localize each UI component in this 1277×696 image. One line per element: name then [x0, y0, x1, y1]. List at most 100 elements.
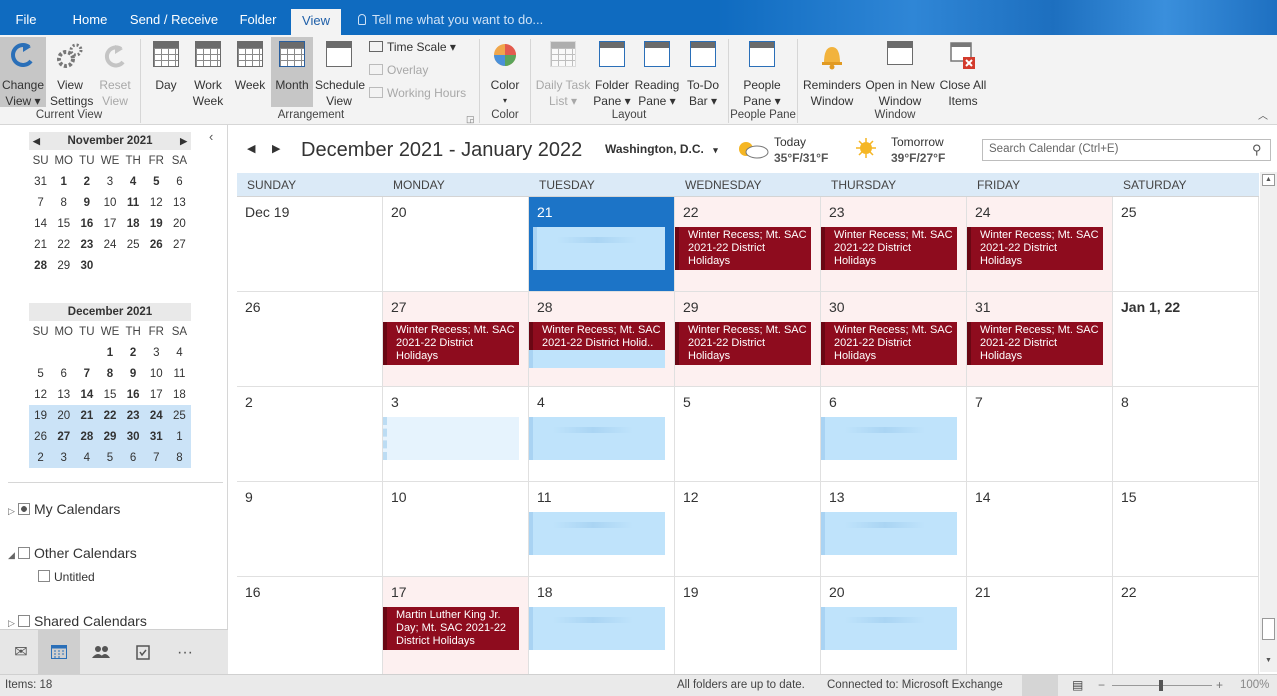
tasks-icon[interactable] — [122, 630, 164, 675]
reading-pane-button[interactable]: Reading Pane ▾ — [634, 37, 680, 109]
mini-day[interactable]: 9 — [122, 363, 145, 384]
mini-day[interactable]: 10 — [145, 363, 168, 384]
day-cell[interactable]: 19 — [675, 577, 821, 675]
calendar-event[interactable] — [529, 417, 665, 460]
mini-day[interactable]: 5 — [98, 447, 122, 468]
mini-day[interactable]: 25 — [167, 405, 191, 426]
mini-day[interactable]: 8 — [98, 363, 121, 384]
calendar-event[interactable] — [529, 607, 665, 650]
mini-day[interactable]: 20 — [52, 405, 76, 426]
mini-day[interactable]: 6 — [52, 363, 75, 384]
calendar-event[interactable] — [533, 227, 665, 270]
mini-day[interactable]: 17 — [98, 213, 121, 234]
day-cell[interactable]: 11 — [529, 482, 675, 577]
day-cell[interactable]: 27 Winter Recess; Mt. SAC 2021-22 Distri… — [383, 292, 529, 387]
zoom-in-icon[interactable]: + — [1216, 678, 1223, 692]
next-month-icon[interactable]: ▶ — [180, 132, 187, 150]
holiday-event[interactable]: Winter Recess; Mt. SAC 2021-22 District … — [967, 227, 1103, 270]
mini-day[interactable]: 14 — [75, 384, 98, 405]
mini-day[interactable]: 22 — [98, 405, 122, 426]
day-cell-today[interactable]: 21 — [529, 197, 675, 292]
mini-day[interactable]: 1 — [52, 171, 75, 192]
mini-day[interactable]: 6 — [121, 447, 145, 468]
mini-day[interactable]: 21 — [29, 234, 52, 255]
mini-day[interactable]: 22 — [52, 234, 75, 255]
mini-day[interactable]: 26 — [29, 426, 53, 447]
untitled-checkbox[interactable] — [38, 570, 50, 582]
day-cell[interactable]: 6 — [821, 387, 967, 482]
mini-day[interactable]: 5 — [29, 363, 52, 384]
holiday-event[interactable]: Winter Recess; Mt. SAC 2021-22 District … — [383, 322, 519, 365]
reading-view-icon[interactable]: ▤ — [1072, 678, 1083, 692]
time-scale-dropdown[interactable]: Time Scale ▾ — [369, 39, 456, 55]
mini-day[interactable]: 19 — [29, 405, 53, 426]
holiday-event[interactable]: Winter Recess; Mt. SAC 2021-22 District … — [967, 322, 1103, 365]
day-cell[interactable]: 25 — [1113, 197, 1259, 292]
mini-day[interactable]: 16 — [75, 213, 98, 234]
mini-day[interactable]: 12 — [145, 192, 168, 213]
mini-day[interactable]: 20 — [168, 213, 191, 234]
mini-day[interactable]: 29 — [52, 255, 75, 276]
day-cell[interactable]: 20 — [821, 577, 967, 675]
day-cell[interactable]: Dec 19 — [237, 197, 383, 292]
day-cell[interactable]: 7 — [967, 387, 1113, 482]
day-cell[interactable]: 15 — [1113, 482, 1259, 577]
mini-day[interactable]: 6 — [168, 171, 191, 192]
schedule-view-button[interactable]: Schedule View — [315, 37, 365, 109]
people-pane-button[interactable]: People Pane ▾ — [738, 37, 786, 109]
mini-day[interactable]: 12 — [29, 384, 52, 405]
next-icon[interactable]: ▶ — [272, 141, 280, 157]
day-view-button[interactable]: Day — [150, 37, 182, 93]
day-cell[interactable]: 8 — [1113, 387, 1259, 482]
location-dropdown[interactable]: Washington, D.C. ▾ — [605, 141, 718, 158]
calendar-event[interactable] — [383, 417, 519, 460]
scrollbar-thumb[interactable] — [1262, 618, 1275, 640]
day-cell[interactable]: 31 Winter Recess; Mt. SAC 2021-22 Distri… — [967, 292, 1113, 387]
mini-day[interactable]: 21 — [75, 405, 99, 426]
mini-day[interactable]: 3 — [98, 171, 121, 192]
day-cell[interactable]: 18 — [529, 577, 675, 675]
mini-day[interactable]: 28 — [75, 426, 99, 447]
mini-day[interactable]: 30 — [75, 255, 98, 276]
day-cell[interactable]: 12 — [675, 482, 821, 577]
change-view-button[interactable]: Change View ▾ — [0, 37, 46, 108]
mini-day[interactable]: 10 — [98, 192, 121, 213]
normal-view-icon[interactable] — [1022, 675, 1058, 696]
day-cell[interactable]: 10 — [383, 482, 529, 577]
mini-day[interactable]: 4 — [168, 342, 191, 363]
zoom-out-icon[interactable]: − — [1098, 678, 1105, 692]
scroll-up-icon[interactable]: ▲ — [1262, 174, 1275, 186]
mini-day[interactable]: 16 — [122, 384, 145, 405]
holiday-event[interactable]: Winter Recess; Mt. SAC 2021-22 District … — [675, 322, 811, 365]
day-cell[interactable]: 24 Winter Recess; Mt. SAC 2021-22 Distri… — [967, 197, 1113, 292]
day-cell[interactable]: 17 Martin Luther King Jr. Day; Mt. SAC 2… — [383, 577, 529, 675]
mini-day[interactable]: 3 — [145, 342, 168, 363]
holiday-event[interactable]: Winter Recess; Mt. SAC 2021-22 District … — [821, 322, 957, 365]
tab-file[interactable]: File — [0, 0, 52, 35]
day-cell[interactable]: 2 — [237, 387, 383, 482]
tab-folder[interactable]: Folder — [230, 0, 286, 35]
work-week-button[interactable]: Work Week — [189, 37, 227, 109]
search-icon[interactable]: ⚲ — [1252, 142, 1262, 158]
holiday-event[interactable]: Martin Luther King Jr. Day; Mt. SAC 2021… — [383, 607, 519, 650]
reset-view-button[interactable]: Reset View — [96, 37, 134, 109]
mini-day[interactable]: 27 — [52, 426, 76, 447]
mini-day[interactable]: 8 — [52, 192, 75, 213]
open-new-window-button[interactable]: Open in New Window — [864, 37, 936, 109]
mini-day[interactable]: 7 — [75, 363, 98, 384]
day-cell[interactable]: 29 Winter Recess; Mt. SAC 2021-22 Distri… — [675, 292, 821, 387]
day-cell[interactable]: 13 — [821, 482, 967, 577]
close-all-items-button[interactable]: Close All Items — [938, 37, 988, 109]
calendar-event[interactable] — [821, 512, 957, 555]
mini-day[interactable]: 27 — [168, 234, 191, 255]
mini-day[interactable]: 17 — [145, 384, 168, 405]
my-calendars-checkbox[interactable] — [18, 503, 30, 515]
mini-day[interactable]: 4 — [122, 171, 145, 192]
day-cell[interactable]: 9 — [237, 482, 383, 577]
mini-day[interactable]: 8 — [167, 447, 191, 468]
mini-day[interactable]: 24 — [98, 234, 121, 255]
scroll-down-icon[interactable]: ▼ — [1262, 656, 1275, 668]
calendar-icon[interactable] — [38, 630, 80, 675]
tab-send-receive[interactable]: Send / Receive — [126, 0, 222, 35]
mini-day[interactable]: 14 — [29, 213, 52, 234]
